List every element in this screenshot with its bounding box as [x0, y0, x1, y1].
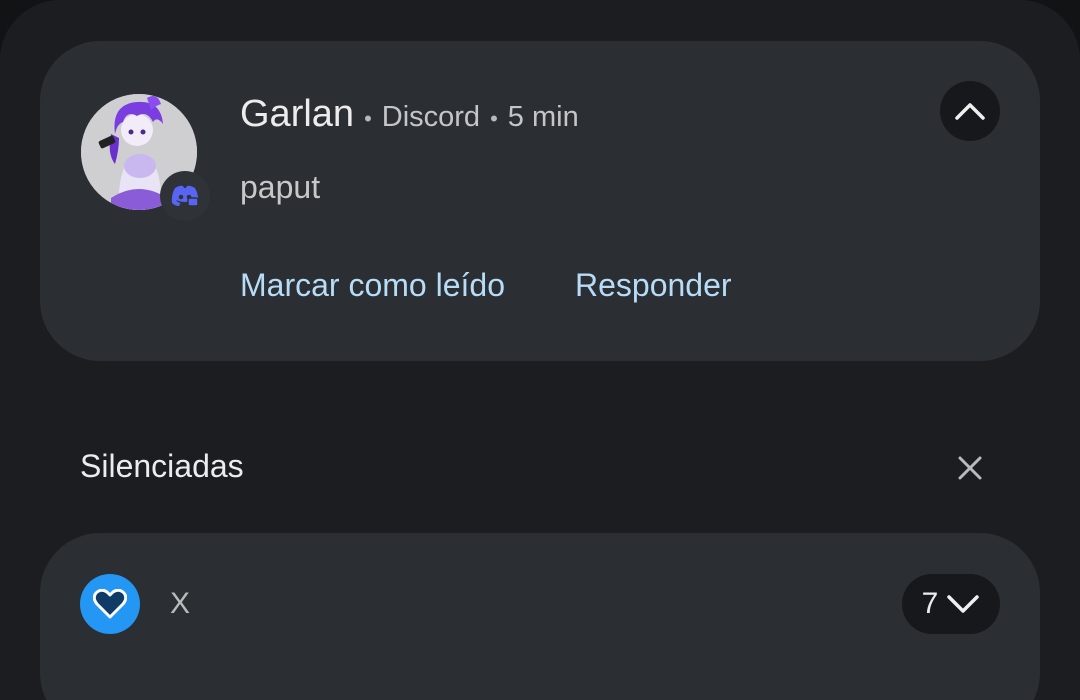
- app-icon: [80, 574, 140, 634]
- collapse-button[interactable]: [940, 81, 1000, 141]
- clear-silenced-button[interactable]: [944, 442, 996, 494]
- notification-header: Garlan • Discord • 5 min: [240, 93, 579, 136]
- chevron-down-icon: [947, 595, 980, 613]
- sender-name: Garlan: [240, 93, 355, 135]
- silenced-app-name: X: [170, 587, 191, 620]
- reply-button[interactable]: Responder: [575, 267, 732, 304]
- notification-actions: Marcar como leído Responder: [240, 267, 732, 304]
- app-name: Discord: [381, 101, 481, 133]
- chevron-up-icon: [955, 103, 985, 120]
- close-icon: [958, 456, 982, 480]
- silenced-section-title: Silenciadas: [80, 448, 244, 484]
- discord-badge: [160, 171, 210, 221]
- notification-shade: Garlan • Discord • 5 min paput Marcar co…: [0, 0, 1080, 700]
- notification-card[interactable]: Garlan • Discord • 5 min paput Marcar co…: [40, 41, 1040, 361]
- heart-icon: [93, 589, 127, 619]
- expand-group-button[interactable]: 7: [902, 574, 1000, 634]
- separator-dot: •: [364, 106, 372, 131]
- silenced-notification-group[interactable]: X 7: [40, 533, 1040, 700]
- mark-as-read-button[interactable]: Marcar como leído: [240, 267, 505, 304]
- notification-count: 7: [921, 587, 939, 620]
- message-text: paput: [240, 169, 321, 205]
- timestamp: 5 min: [507, 101, 579, 133]
- discord-icon: [171, 185, 199, 207]
- separator-dot: •: [490, 106, 498, 131]
